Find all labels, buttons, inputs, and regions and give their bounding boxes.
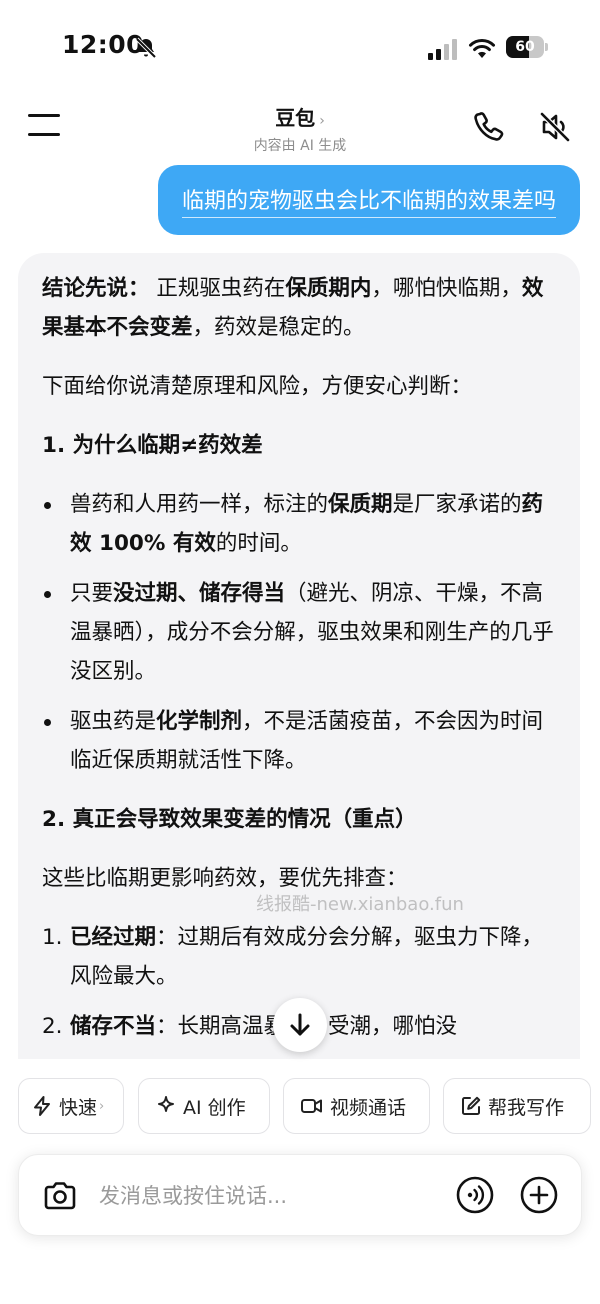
camera-icon[interactable] bbox=[41, 1177, 79, 1215]
bell-mute-icon bbox=[135, 37, 157, 59]
answer-conclusion: 结论先说： 正规驱虫药在保质期内，哪怕快临期，效果基本不会变差，药效是稳定的。 bbox=[42, 269, 554, 347]
text-run: 驱虫药是 bbox=[70, 709, 157, 734]
list-item: 驱虫药是化学制剂，不是活菌疫苗，不会因为时间临近保质期就活性下降。 bbox=[42, 702, 554, 780]
text-run: 是厂家承诺的 bbox=[392, 492, 522, 517]
wifi-icon bbox=[469, 39, 495, 58]
text-run: ，哪怕快临期， bbox=[371, 276, 522, 301]
section-heading-1: 1. 为什么临期≠药效差 bbox=[42, 433, 263, 458]
message-input[interactable] bbox=[99, 1179, 439, 1213]
chip-label: 视频通话 bbox=[330, 1096, 407, 1119]
chat-header: 豆包 › 内容由 AI 生成 bbox=[0, 96, 600, 160]
message-composer bbox=[18, 1154, 582, 1236]
conclusion-label: 结论先说： bbox=[42, 276, 150, 301]
text-run: 兽药和人用药一样，标注的 bbox=[70, 492, 329, 517]
phone-icon[interactable] bbox=[472, 110, 506, 144]
ai-generated-notice: 内容由 AI 生成 bbox=[253, 138, 347, 154]
bot-title-area[interactable]: 豆包 › 内容由 AI 生成 bbox=[200, 102, 400, 155]
sparkle-icon bbox=[158, 1096, 174, 1112]
text-run: 正规驱虫药在 bbox=[149, 276, 286, 301]
text-run: ，药效是稳定的。 bbox=[192, 315, 365, 340]
list-number: 2. bbox=[42, 1014, 63, 1039]
speaker-mute-icon[interactable] bbox=[538, 110, 572, 144]
answer-intro: 下面给你说清楚原理和风险，方便安心判断： bbox=[42, 374, 473, 399]
chevron-right-icon: › bbox=[99, 1098, 105, 1114]
chip-label: 帮我写作 bbox=[488, 1096, 565, 1119]
assistant-message-card: 结论先说： 正规驱虫药在保质期内，哪怕快临期，效果基本不会变差，药效是稳定的。 … bbox=[18, 253, 580, 1059]
text-run: 的时间。 bbox=[215, 531, 302, 556]
list-number: 1. bbox=[42, 925, 63, 950]
edit-icon bbox=[462, 1096, 481, 1115]
list-item: 兽药和人用药一样，标注的保质期是厂家承诺的药效 100% 有效的时间。 bbox=[42, 485, 554, 563]
section-heading-2: 2. 真正会导致效果变差的情况（重点） bbox=[42, 807, 417, 832]
bold-run: 保质期内 bbox=[285, 276, 372, 301]
bold-run: 已经过期 bbox=[70, 925, 157, 950]
bold-run: 保质期 bbox=[328, 492, 393, 517]
battery-indicator: 60 bbox=[506, 36, 548, 58]
bold-run: 化学制剂 bbox=[156, 709, 243, 734]
list-item: 只要没过期、储存得当（避光、阴凉、干燥，不高温暴晒），成分不会分解，驱虫效果和刚… bbox=[42, 574, 554, 691]
ai-create-chip[interactable]: AI 创作 bbox=[138, 1078, 270, 1134]
status-time: 12:00 bbox=[62, 30, 145, 59]
arrow-down-icon bbox=[290, 1013, 310, 1036]
user-message-bubble[interactable]: 临期的宠物驱虫会比不临期的效果差吗 bbox=[157, 165, 580, 235]
scroll-down-button[interactable] bbox=[273, 998, 327, 1052]
menu-icon[interactable] bbox=[28, 112, 62, 138]
add-icon[interactable] bbox=[519, 1175, 559, 1215]
video-camera-icon bbox=[301, 1099, 322, 1113]
battery-level: 60 bbox=[515, 39, 535, 55]
signal-icon bbox=[428, 39, 457, 60]
watermark: 线报酷-new.xianbao.fun bbox=[256, 894, 464, 915]
bold-run: 没过期、储存得当 bbox=[113, 581, 286, 606]
text-run: 只要 bbox=[70, 581, 114, 606]
chip-label: 快速 bbox=[59, 1096, 98, 1119]
video-call-chip[interactable]: 视频通话 bbox=[283, 1078, 430, 1134]
help-write-chip[interactable]: 帮我写作 bbox=[443, 1078, 591, 1134]
user-message-text: 临期的宠物驱虫会比不临期的效果差吗 bbox=[181, 183, 556, 218]
bold-run: 储存不当 bbox=[70, 1014, 157, 1039]
bot-name: 豆包 bbox=[275, 106, 316, 130]
bullet-list: 兽药和人用药一样，标注的保质期是厂家承诺的药效 100% 有效的时间。 只要没过… bbox=[42, 485, 554, 780]
chevron-right-icon: › bbox=[319, 113, 325, 129]
chip-label: AI 创作 bbox=[183, 1096, 246, 1119]
list-item: 1. 已经过期：过期后有效成分会分解，驱虫力下降，风险最大。 bbox=[42, 918, 554, 996]
voice-input-icon[interactable] bbox=[455, 1175, 495, 1215]
quick-actions: 快速 › AI 创作 视频通话 帮我写作 bbox=[18, 1078, 600, 1134]
lightning-icon bbox=[34, 1096, 50, 1116]
status-bar: 12:00 60 bbox=[0, 0, 600, 96]
fast-mode-chip[interactable]: 快速 › bbox=[18, 1078, 124, 1134]
